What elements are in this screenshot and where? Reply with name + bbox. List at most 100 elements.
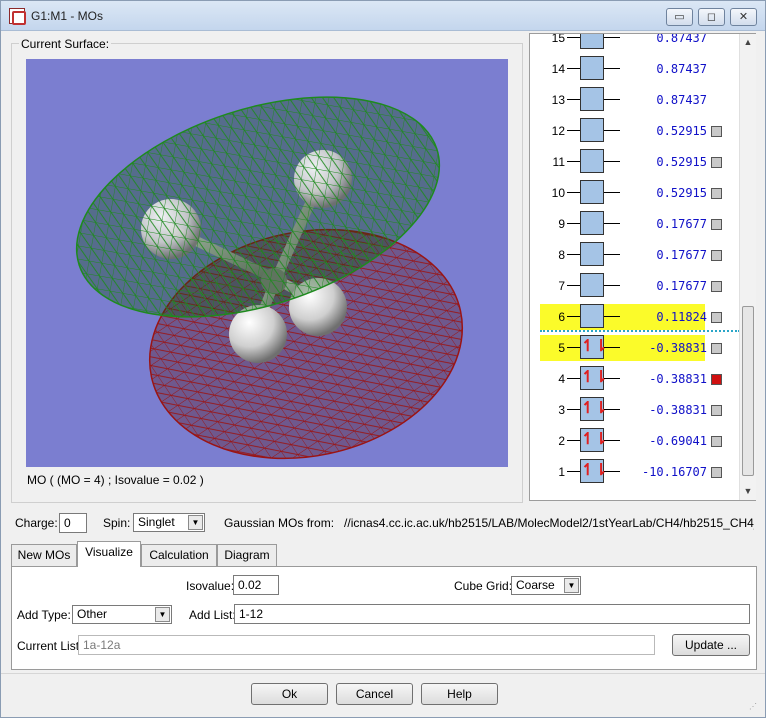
- mo-list-scrollbar[interactable]: ▲ ▼: [739, 34, 756, 500]
- resize-grip-icon[interactable]: ⋰: [749, 702, 757, 711]
- tab-visualize[interactable]: Visualize: [77, 541, 141, 567]
- level-line: [567, 316, 581, 317]
- mo-number: 10: [551, 186, 565, 200]
- tab-diagram[interactable]: Diagram: [217, 544, 277, 566]
- cube-grid-value: Coarse: [516, 578, 555, 592]
- mo-level-row[interactable]: 6 0.11824: [540, 304, 707, 330]
- level-line: [567, 68, 581, 69]
- help-button[interactable]: Help: [421, 683, 498, 705]
- empty-orbital-box[interactable]: [580, 87, 604, 111]
- spin-select[interactable]: Singlet ▼: [133, 513, 205, 532]
- empty-orbital-box[interactable]: [580, 56, 604, 80]
- mo-surface-checkbox[interactable]: [711, 467, 722, 478]
- mo-number: 11: [552, 155, 565, 169]
- mo-level-row[interactable]: 9 0.17677: [540, 211, 707, 237]
- electron-pair-icon[interactable]: ↿⇂: [580, 366, 608, 390]
- mo-number: 15: [551, 33, 565, 45]
- source-label: Gaussian MOs from:: [224, 516, 335, 530]
- mo-level-row[interactable]: 5 ↿⇂ -0.38831: [540, 335, 707, 361]
- mo-number: 2: [558, 434, 565, 448]
- charge-input[interactable]: 0: [59, 513, 87, 533]
- mo-energy: 0.52915: [656, 124, 707, 138]
- mo-surface-checkbox[interactable]: [711, 126, 722, 137]
- empty-orbital-box[interactable]: [580, 118, 604, 142]
- mo-surface-selected[interactable]: [711, 374, 722, 385]
- app-icon: [9, 8, 26, 25]
- scroll-down-icon[interactable]: ▼: [740, 483, 756, 499]
- mo-energy: 0.52915: [656, 155, 707, 169]
- mo-level-list[interactable]: 15 0.87437 14 0.87437 13 0.87437 12 0.52915 11 0.…: [529, 33, 756, 501]
- scroll-up-icon[interactable]: ▲: [740, 34, 756, 50]
- mo-level-row[interactable]: 7 0.17677: [540, 273, 707, 299]
- level-line: [567, 378, 581, 379]
- mo-level-row[interactable]: 12 0.52915: [540, 118, 707, 144]
- current-surface-label: Current Surface:: [19, 37, 112, 51]
- mo-level-row[interactable]: 3 ↿⇂ -0.38831: [540, 397, 707, 423]
- mo-surface-checkbox[interactable]: [711, 405, 722, 416]
- empty-orbital-box[interactable]: [580, 242, 604, 266]
- mo-number: 8: [558, 248, 565, 262]
- mo-surface-checkbox[interactable]: [711, 281, 722, 292]
- level-line: [604, 347, 620, 348]
- level-line: [567, 192, 581, 193]
- title-bar[interactable]: G1:M1 - MOs ▭ ◻ ✕: [1, 1, 765, 31]
- electron-pair-icon[interactable]: ↿⇂: [580, 428, 608, 452]
- scroll-thumb[interactable]: [742, 306, 754, 476]
- maximize-button[interactable]: ◻: [698, 8, 725, 26]
- level-line: [567, 130, 581, 131]
- molecule-viewer[interactable]: [26, 59, 508, 467]
- mo-surface-checkbox[interactable]: [711, 250, 722, 261]
- add-type-value: Other: [77, 607, 108, 621]
- mo-level-row[interactable]: 8 0.17677: [540, 242, 707, 268]
- dropdown-arrow-icon: ▼: [564, 578, 579, 593]
- mo-level-row[interactable]: 14 0.87437: [540, 56, 707, 82]
- mo-energy: -0.38831: [649, 403, 707, 417]
- level-line: [567, 409, 581, 410]
- mo-number: 6: [558, 310, 565, 324]
- electron-pair-icon[interactable]: ↿⇂: [580, 335, 608, 359]
- cube-grid-select[interactable]: Coarse ▼: [511, 576, 581, 595]
- electron-pair-icon[interactable]: ↿⇂: [580, 459, 608, 483]
- mo-surface-checkbox[interactable]: [711, 219, 722, 230]
- close-button[interactable]: ✕: [730, 8, 757, 26]
- add-type-select[interactable]: Other ▼: [72, 605, 172, 624]
- update-button[interactable]: Update ...: [672, 634, 750, 656]
- mo-level-row[interactable]: 13 0.87437: [540, 87, 707, 113]
- empty-orbital-box[interactable]: [580, 180, 604, 204]
- mo-level-row[interactable]: 2 ↿⇂ -0.69041: [540, 428, 707, 454]
- mo-energy: 0.17677: [656, 279, 707, 293]
- mo-surface-checkbox[interactable]: [711, 312, 722, 323]
- mo-level-row[interactable]: 4 ↿⇂ -0.38831: [540, 366, 707, 392]
- isovalue-input[interactable]: 0.02: [233, 575, 279, 595]
- level-line: [604, 223, 620, 224]
- empty-orbital-box[interactable]: [580, 34, 604, 49]
- empty-orbital-box[interactable]: [580, 211, 604, 235]
- ok-button[interactable]: Ok: [251, 683, 328, 705]
- tab-new-mos[interactable]: New MOs: [11, 544, 77, 566]
- mo-surface-checkbox[interactable]: [711, 436, 722, 447]
- cancel-button[interactable]: Cancel: [336, 683, 413, 705]
- isovalue-label: Isovalue:: [186, 579, 235, 593]
- minimize-icon: ▭: [674, 11, 685, 23]
- empty-orbital-box[interactable]: [580, 273, 604, 297]
- level-line: [567, 471, 581, 472]
- tab-calculation[interactable]: Calculation: [141, 544, 217, 566]
- empty-orbital-box[interactable]: [580, 304, 604, 328]
- mo-level-row[interactable]: 15 0.87437: [540, 33, 707, 51]
- add-list-input[interactable]: 1-12: [234, 604, 750, 624]
- mo-level-row[interactable]: 11 0.52915: [540, 149, 707, 175]
- mo-level-row[interactable]: 10 0.52915: [540, 180, 707, 206]
- level-line: [567, 37, 581, 38]
- minimize-button[interactable]: ▭: [666, 8, 693, 26]
- mo-energy: -0.38831: [649, 341, 707, 355]
- homo-lumo-divider: [540, 330, 740, 332]
- mo-energy: 0.87437: [656, 33, 707, 45]
- mo-surface-checkbox[interactable]: [711, 188, 722, 199]
- mo-surface-checkbox[interactable]: [711, 157, 722, 168]
- level-line: [567, 440, 581, 441]
- mo-level-row[interactable]: 1 ↿⇂ -10.16707: [540, 459, 707, 485]
- mo-surface-checkbox[interactable]: [711, 343, 722, 354]
- electron-pair-icon[interactable]: ↿⇂: [580, 397, 608, 421]
- level-line: [567, 347, 581, 348]
- empty-orbital-box[interactable]: [580, 149, 604, 173]
